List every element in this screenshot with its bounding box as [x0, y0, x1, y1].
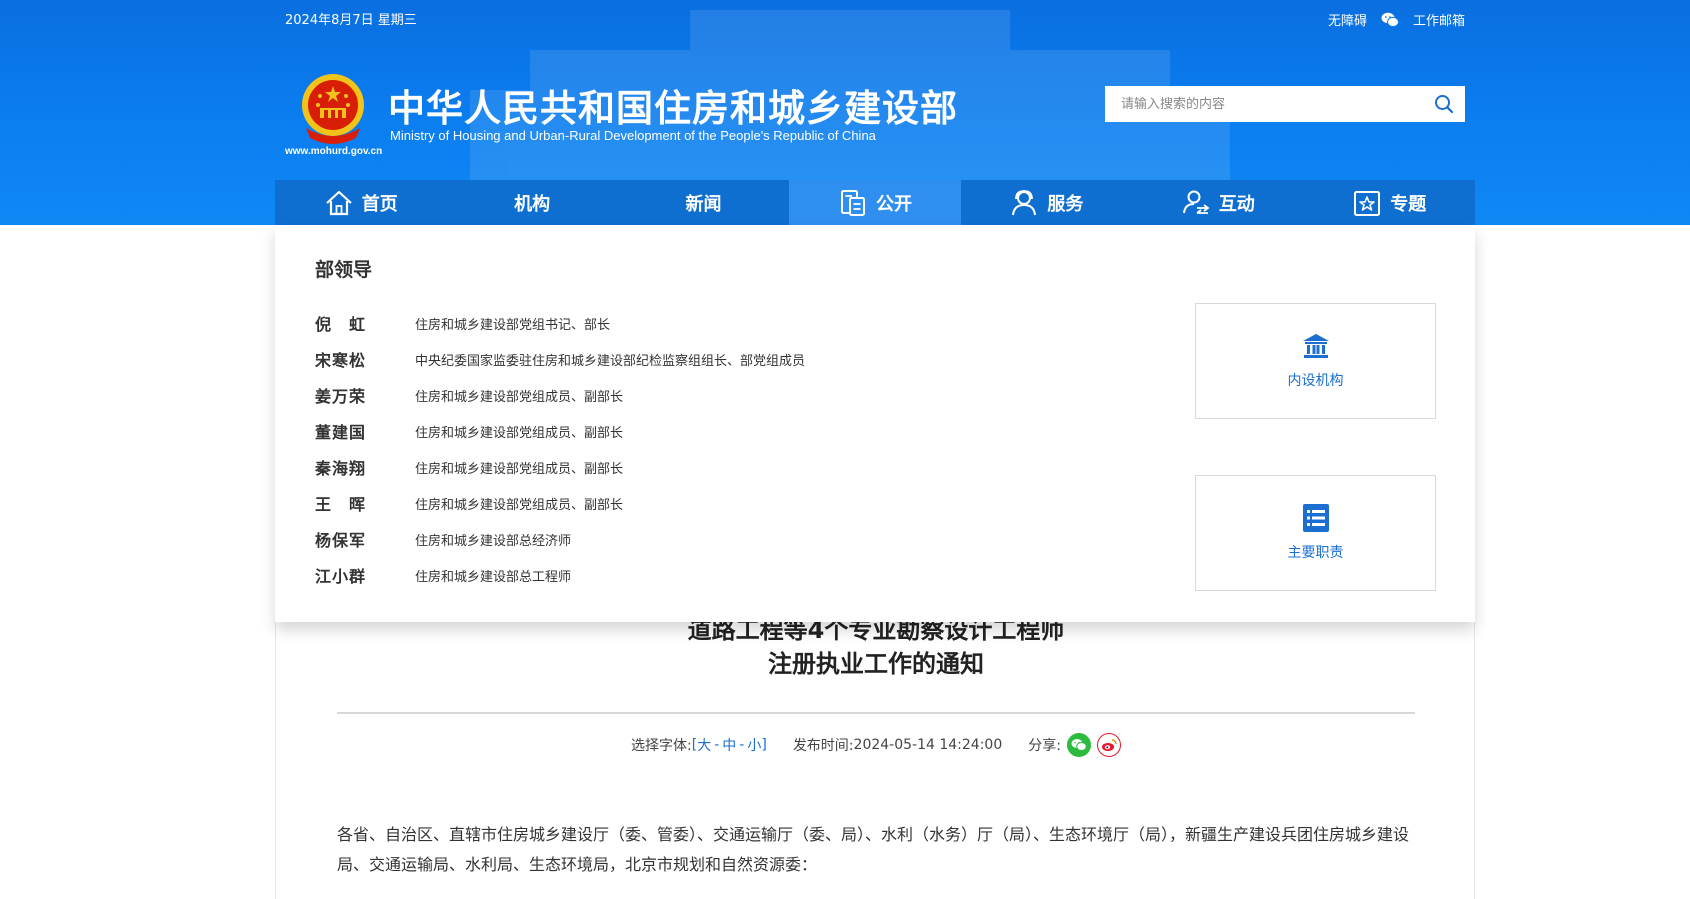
- nav-item-public[interactable]: 公开: [789, 180, 961, 225]
- public-dropdown-panel: 部领导 倪 虹 住房和城乡建设部党组书记、部长 宋寒松 中央纪委国家监委驻住房和…: [275, 225, 1475, 622]
- work-email-link[interactable]: 工作邮箱: [1413, 10, 1465, 29]
- leader-item[interactable]: 江小群 住房和城乡建设部总工程师: [315, 557, 805, 593]
- leader-item[interactable]: 倪 虹 住房和城乡建设部党组书记、部长: [315, 305, 805, 341]
- nav-item-label: 服务: [1047, 193, 1084, 215]
- leader-title: 住房和城乡建设部党组成员、副部长: [415, 461, 624, 477]
- leader-title: 住房和城乡建设部总经济师: [415, 533, 572, 549]
- nav-item-organization[interactable]: 机构: [446, 180, 617, 225]
- leader-item[interactable]: 秦海翔 住房和城乡建设部党组成员、副部长: [315, 449, 805, 485]
- wechat-icon[interactable]: [1381, 12, 1399, 28]
- font-separator: -: [739, 737, 745, 753]
- panel-heading: 部领导: [315, 259, 373, 281]
- nav-item-news[interactable]: 新闻: [618, 180, 789, 225]
- nav-item-interaction[interactable]: 互动: [1132, 180, 1303, 225]
- leader-title: 住房和城乡建设部党组书记、部长: [415, 317, 611, 333]
- home-icon: [325, 190, 352, 215]
- search-box: [1105, 86, 1465, 122]
- site-domain: www.mohurd.gov.cn: [285, 146, 383, 157]
- article-title: 道路工程等4个专业勘察设计工程师 注册执业工作的通知: [276, 613, 1476, 681]
- site-header: 2024年8月7日 星期三 无障碍 工作邮箱 www.mohurd.gov.cn…: [0, 0, 1690, 225]
- star-icon: [1354, 190, 1381, 216]
- nav-item-label: 公开: [875, 193, 912, 215]
- document-icon: [840, 189, 865, 216]
- article-title-line2: 注册执业工作的通知: [768, 650, 984, 678]
- accessibility-link[interactable]: 无障碍: [1328, 10, 1367, 29]
- share-label: 分享:: [1028, 738, 1061, 754]
- leader-item[interactable]: 董建国 住房和城乡建设部党组成员、副部长: [315, 413, 805, 449]
- internal-departments-link[interactable]: 内设机构: [1195, 303, 1436, 419]
- leader-name: 杨保军: [315, 531, 367, 550]
- leader-name: 宋寒松: [315, 351, 367, 370]
- leader-name: 江小群: [315, 567, 367, 586]
- list-icon: [1302, 504, 1329, 532]
- nav-item-label: 首页: [361, 193, 398, 215]
- search-icon: [1435, 95, 1454, 114]
- font-separator: -: [714, 737, 720, 753]
- leader-title: 住房和城乡建设部总工程师: [415, 569, 572, 585]
- page: 道路工程等4个专业勘察设计工程师 注册执业工作的通知 选择字体: [ 大 - 中…: [0, 0, 1690, 899]
- building-icon: [1302, 334, 1329, 358]
- wechat-share-icon[interactable]: [1066, 733, 1091, 757]
- site-title[interactable]: 中华人民共和国住房和城乡建设部: [388, 78, 958, 132]
- publish-time-label: 发布时间:: [792, 738, 854, 754]
- main-nav: 首页 机构 新闻 公开 服务 互动 专题: [275, 180, 1475, 225]
- article-body: 各省、自治区、直辖市住房城乡建设厅（委、管委）、交通运输厅（委、局）、水利（水务…: [337, 825, 1410, 874]
- quick-link-label: 主要职责: [1287, 545, 1344, 561]
- article-divider: [337, 712, 1415, 714]
- national-emblem-icon[interactable]: [298, 72, 368, 146]
- quick-link-label: 内设机构: [1287, 373, 1344, 389]
- leader-name: 秦海翔: [315, 459, 367, 478]
- article-meta: 选择字体: [ 大 - 中 - 小 ] 发布时间: 2024-05-14 14:…: [276, 733, 1476, 757]
- topbar-links: 无障碍 工作邮箱: [1328, 10, 1465, 29]
- publish-time-value: 2024-05-14 14:24:00: [853, 737, 1003, 753]
- leader-item[interactable]: 王 晖 住房和城乡建设部党组成员、副部长: [315, 485, 805, 521]
- leader-title: 中央纪委国家监委驻住房和城乡建设部纪检监察组组长、部党组成员: [415, 353, 806, 369]
- leader-item[interactable]: 杨保军 住房和城乡建设部总经济师: [315, 521, 805, 557]
- nav-item-label: 互动: [1218, 193, 1255, 215]
- leader-title: 住房和城乡建设部党组成员、副部长: [415, 389, 624, 405]
- main-duties-link[interactable]: 主要职责: [1195, 475, 1436, 591]
- font-bracket-close: ]: [761, 737, 767, 753]
- leader-name: 姜万荣: [315, 387, 367, 406]
- leader-name: 王 晖: [315, 495, 367, 514]
- service-user-icon: [1012, 189, 1037, 215]
- leader-name: 董建国: [315, 423, 367, 442]
- search-button[interactable]: [1423, 86, 1465, 122]
- leader-list: 倪 虹 住房和城乡建设部党组书记、部长 宋寒松 中央纪委国家监委驻住房和城乡建设…: [315, 305, 805, 593]
- font-size-label: 选择字体:: [631, 738, 692, 754]
- site-subtitle: Ministry of Housing and Urban-Rural Deve…: [390, 128, 876, 143]
- nav-item-topics[interactable]: 专题: [1304, 180, 1475, 225]
- search-input[interactable]: [1105, 86, 1423, 122]
- nav-item-label: 新闻: [685, 193, 722, 215]
- current-date: 2024年8月7日 星期三: [285, 13, 417, 28]
- leader-item[interactable]: 姜万荣 住房和城乡建设部党组成员、副部长: [315, 377, 805, 413]
- nav-item-label: 专题: [1390, 193, 1427, 215]
- leader-title: 住房和城乡建设部党组成员、副部长: [415, 425, 624, 441]
- leader-item[interactable]: 宋寒松 中央纪委国家监委驻住房和城乡建设部纪检监察组组长、部党组成员: [315, 341, 805, 377]
- interaction-user-icon: [1182, 190, 1210, 214]
- nav-item-label: 机构: [514, 193, 551, 215]
- leader-title: 住房和城乡建设部党组成员、副部长: [415, 497, 624, 513]
- font-small-link[interactable]: 小: [747, 735, 761, 755]
- nav-item-home[interactable]: 首页: [275, 180, 446, 225]
- font-medium-link[interactable]: 中: [722, 735, 736, 755]
- weibo-share-icon[interactable]: [1096, 733, 1121, 757]
- font-large-link[interactable]: 大: [697, 735, 711, 755]
- nav-item-service[interactable]: 服务: [961, 180, 1132, 225]
- leader-name: 倪 虹: [315, 315, 367, 334]
